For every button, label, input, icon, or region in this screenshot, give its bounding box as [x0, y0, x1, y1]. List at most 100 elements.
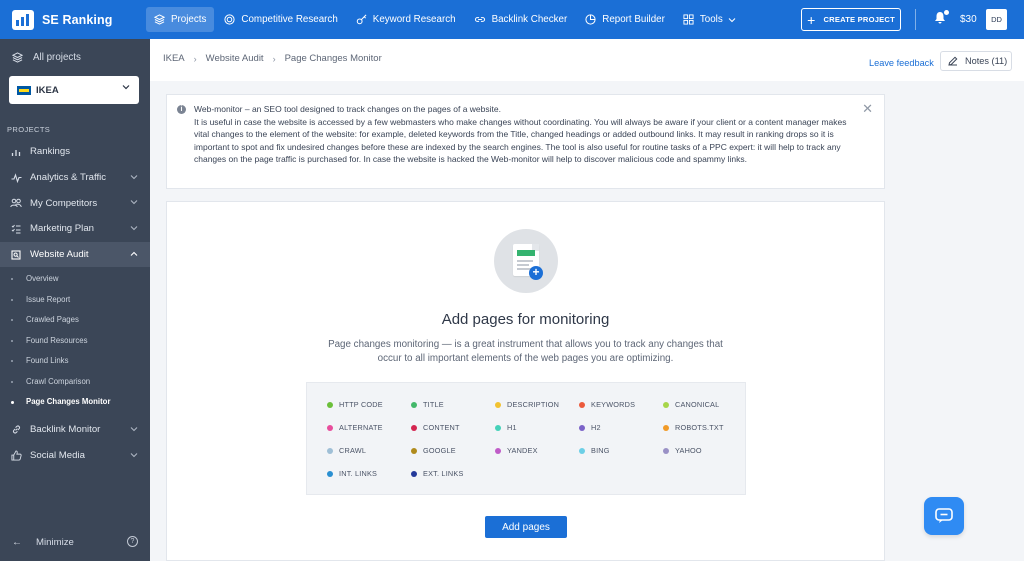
parameter-label: BING [591, 446, 610, 455]
nav-report-builder[interactable]: Report Builder [577, 7, 673, 32]
chevron-down-icon [728, 17, 736, 22]
breadcrumb-current: Page Changes Monitor [284, 53, 382, 64]
nav-projects[interactable]: Projects [146, 7, 215, 32]
parameter-yandex: YANDEX [495, 446, 538, 455]
parameter-label: INT. LINKS [339, 469, 378, 478]
brand-logo[interactable]: SE Ranking [0, 0, 150, 39]
parameter-color-dot [327, 447, 333, 454]
parameter-label: EXT. LINKS [423, 469, 464, 478]
nav-competitive-research[interactable]: Competitive Research [216, 7, 345, 32]
logo-icon [12, 9, 34, 30]
parameter-keywords: KEYWORDS [579, 400, 635, 409]
sidebar-subitem-found-resources[interactable]: Found Resources [0, 331, 150, 352]
parameter-color-dot [663, 447, 669, 454]
add-pages-button[interactable]: Add pages [485, 516, 567, 538]
sidebar-item-label: Marketing Plan [30, 223, 94, 235]
user-avatar[interactable]: DD [986, 9, 1007, 30]
sidebar-item-marketing-plan[interactable]: Marketing Plan [0, 216, 150, 242]
document-add-icon: + [494, 229, 558, 293]
project-name: IKEA [36, 84, 59, 96]
minimize-label: Minimize [36, 536, 74, 548]
brand-name: SE Ranking [42, 12, 113, 27]
projects-section-label: PROJECTS [7, 125, 51, 134]
empty-state-title: Add pages for monitoring [441, 311, 610, 328]
sidebar-item-website-audit[interactable]: Website Audit [0, 241, 150, 268]
info-body: It is useful in case the website is acce… [194, 116, 847, 165]
sidebar-subitem-found-links[interactable]: Found Links [0, 351, 150, 372]
help-icon[interactable]: ? [127, 536, 138, 547]
sidebar-item-my-competitors[interactable]: My Competitors [0, 190, 150, 216]
pie-chart-icon [585, 14, 596, 25]
parameter-label: HTTP CODE [339, 400, 383, 409]
parameter-color-dot [579, 447, 585, 454]
sidebar-subitem-crawled-pages[interactable]: Crawled Pages [0, 310, 150, 331]
account-balance[interactable]: $30 [960, 14, 977, 25]
layers-icon [154, 14, 165, 25]
parameter-color-dot [663, 401, 669, 408]
sidebar-item-rankings[interactable]: Rankings [0, 139, 150, 165]
parameter-robots-txt: ROBOTS.TXT [663, 423, 724, 432]
chevron-down-icon [130, 452, 138, 457]
parameter-label: DESCRIPTION [507, 400, 560, 409]
audit-icon [10, 249, 22, 261]
plus-icon: + [807, 11, 816, 28]
parameter-label: CANONICAL [675, 400, 720, 409]
parameter-label: H2 [591, 423, 601, 432]
parameter-crawl: CRAWL [327, 446, 366, 455]
create-project-label: CREATE PROJECT [823, 15, 895, 24]
sidebar-item-backlink-monitor[interactable]: Backlink Monitor [0, 417, 150, 443]
all-projects-label: All projects [33, 52, 81, 63]
create-project-button[interactable]: + CREATE PROJECT [801, 8, 901, 31]
nav-tools[interactable]: Tools [675, 7, 744, 32]
sidebar-item-label: Website Audit [30, 249, 89, 261]
sidebar-subitem-crawl-comparison[interactable]: Crawl Comparison [0, 372, 150, 393]
sidebar-item-analytics-traffic[interactable]: Analytics & Traffic [0, 165, 150, 191]
project-selector[interactable]: IKEA [9, 76, 139, 104]
page-header: IKEA › Website Audit › Page Changes Moni… [150, 39, 1024, 81]
all-projects-link[interactable]: All projects [0, 39, 150, 76]
sidebar-subitem-overview[interactable]: Overview [0, 269, 150, 290]
parameter-yahoo: YAHOO [663, 446, 702, 455]
minimize-sidebar-button[interactable]: ← Minimize ? [0, 523, 150, 561]
leave-feedback-link[interactable]: Leave feedback [869, 58, 934, 68]
nav-report-builder-label: Report Builder [602, 14, 665, 25]
parameter-color-dot [495, 447, 501, 454]
link-icon [474, 17, 485, 22]
parameter-color-dot [411, 447, 417, 454]
sidebar-item-social-media[interactable]: Social Media [0, 443, 150, 469]
nav-competitive-research-label: Competitive Research [241, 14, 338, 25]
parameter-label: CRAWL [339, 446, 367, 455]
parameter-h2: H2 [579, 423, 601, 432]
parameter-canonical: CANONICAL [663, 400, 719, 409]
parameter-h1: H1 [495, 423, 517, 432]
parameter-bing: BING [579, 446, 610, 455]
parameter-color-dot [579, 424, 585, 431]
parameter-label: YAHOO [675, 446, 702, 455]
breadcrumb-website-audit[interactable]: Website Audit [206, 53, 264, 64]
thumbs-up-icon [10, 449, 22, 461]
nav-keyword-research[interactable]: Keyword Research [348, 7, 464, 32]
parameter-label: GOOGLE [423, 446, 456, 455]
parameter-int-links: INT. LINKS [327, 469, 377, 478]
checklist-icon [10, 223, 22, 235]
parameter-color-dot [327, 470, 333, 477]
parameter-color-dot [327, 424, 333, 431]
chevron-down-icon [130, 226, 138, 231]
parameter-color-dot [663, 424, 669, 431]
chat-support-button[interactable] [924, 497, 964, 535]
sidebar-item-label: Analytics & Traffic [30, 172, 107, 184]
nav-tools-label: Tools [699, 14, 723, 25]
info-banner: i ✕ Web-monitor – an SEO tool designed t… [166, 94, 885, 189]
notes-button[interactable]: Notes (11) [940, 51, 1012, 71]
parameter-google: GOOGLE [411, 446, 456, 455]
chevron-right-icon: › [272, 53, 276, 64]
parameter-label: CONTENT [423, 423, 460, 432]
close-icon[interactable]: ✕ [862, 102, 873, 115]
sidebar-subitem-issue-report[interactable]: Issue Report [0, 290, 150, 311]
breadcrumb-project[interactable]: IKEA [163, 53, 185, 64]
sidebar-item-label: My Competitors [30, 197, 98, 209]
nav-backlink-checker[interactable]: Backlink Checker [466, 7, 576, 32]
arrow-left-icon: ← [12, 536, 22, 548]
parameter-color-dot [495, 424, 501, 431]
sidebar-subitem-page-changes-monitor[interactable]: Page Changes Monitor [0, 392, 150, 413]
